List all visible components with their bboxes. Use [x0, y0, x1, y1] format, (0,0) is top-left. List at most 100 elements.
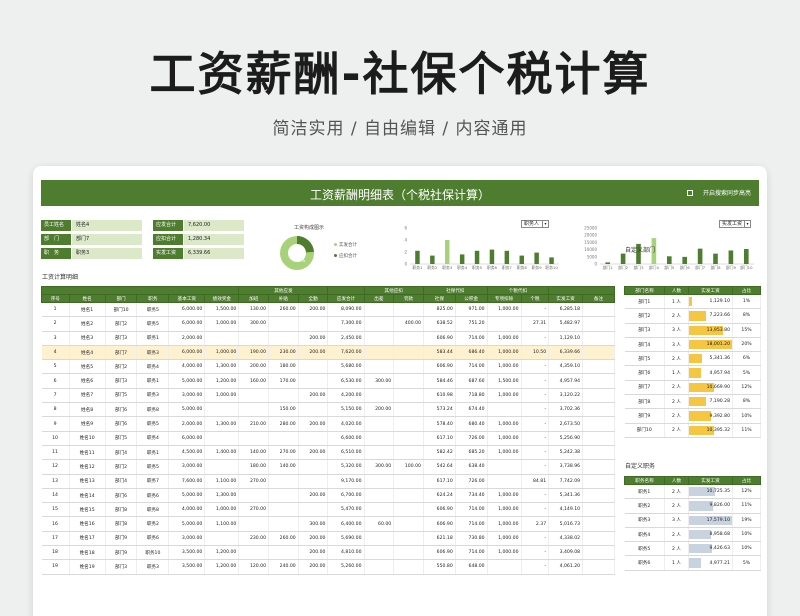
- table-cell[interactable]: 职务7: [136, 474, 170, 489]
- column-header[interactable]: 占比: [732, 286, 761, 295]
- table-cell[interactable]: 5,482.97: [548, 316, 584, 332]
- table-cell[interactable]: 638.40: [455, 459, 488, 475]
- table-cell[interactable]: [393, 445, 424, 461]
- table-cell[interactable]: 1,500.00: [204, 302, 240, 318]
- table-row[interactable]: 2 姓名2 部门2 职务5 6,000.00 1,000.00 300.00 7,300.00…: [41, 316, 615, 332]
- table-row[interactable]: 部门5 2 人 5,341.36 6%: [624, 351, 761, 367]
- table-cell[interactable]: 140.00: [268, 459, 299, 475]
- table-cell[interactable]: 6,600.00: [327, 431, 365, 446]
- table-cell[interactable]: 200.00: [298, 445, 329, 461]
- column-header[interactable]: 序号: [41, 294, 70, 303]
- table-cell[interactable]: [393, 474, 424, 489]
- table-cell[interactable]: [298, 502, 329, 518]
- table-cell[interactable]: [298, 459, 329, 475]
- table-cell[interactable]: 1,000.00: [487, 545, 522, 561]
- table-cell[interactable]: 300.00: [364, 459, 395, 475]
- table-cell[interactable]: [204, 431, 240, 446]
- name-cell[interactable]: 部门7: [624, 380, 665, 396]
- table-cell[interactable]: [298, 373, 329, 389]
- table-cell[interactable]: [204, 531, 240, 547]
- table-cell[interactable]: 160.00: [238, 373, 270, 389]
- table-row[interactable]: 10 姓名10 部门5 职务4 6,000.00 6,600.00 617.10 726.00…: [41, 431, 615, 446]
- table-row[interactable]: 职务2 2 人 9,826.00 11%: [624, 498, 761, 514]
- table-cell[interactable]: -: [521, 459, 550, 475]
- table-cell[interactable]: 部门9: [105, 531, 138, 547]
- table-cell[interactable]: 6,530.00: [327, 373, 365, 389]
- table-cell[interactable]: 606.90: [423, 516, 456, 532]
- table-cell[interactable]: 4,149.10: [548, 502, 584, 518]
- table-cell[interactable]: 584.46: [423, 373, 456, 389]
- table-cell[interactable]: 19: [41, 559, 70, 575]
- table-cell[interactable]: 6: [41, 373, 70, 389]
- share-cell[interactable]: 20%: [732, 337, 761, 353]
- table-cell[interactable]: 200.00: [298, 388, 329, 404]
- table-row[interactable]: 14 姓名14 部门6 职务6 5,000.00 1,300.00 200.00 6,700.…: [41, 488, 615, 504]
- column-header[interactable]: 基本工资: [168, 294, 206, 303]
- table-cell[interactable]: 971.00: [455, 302, 488, 318]
- table-cell[interactable]: 6,400.00: [327, 516, 365, 532]
- table-cell[interactable]: 578.40: [423, 416, 456, 432]
- value-cell[interactable]: 9,392.80: [688, 408, 733, 424]
- chart2-selector[interactable]: 实发工资 ▾: [719, 220, 751, 228]
- table-cell[interactable]: [582, 474, 615, 489]
- table-cell[interactable]: 职务1: [136, 373, 170, 389]
- table-cell[interactable]: 部门6: [105, 402, 138, 418]
- table-cell[interactable]: 6,000.00: [168, 345, 206, 361]
- count-cell[interactable]: 3 人: [664, 337, 689, 353]
- table-cell[interactable]: 230.00: [268, 345, 299, 361]
- table-cell[interactable]: 2.37: [521, 516, 550, 532]
- table-cell[interactable]: 1,000.00: [204, 345, 240, 361]
- table-row[interactable]: 6 姓名6 部门3 职务1 5,000.00 1,200.00 160.00 170.00 6,…: [41, 373, 615, 389]
- table-cell[interactable]: 5,016.73: [548, 516, 584, 532]
- column-header[interactable]: 占比: [732, 476, 761, 485]
- column-header[interactable]: 绩效奖金: [204, 294, 240, 303]
- table-cell[interactable]: [393, 516, 424, 532]
- table-row[interactable]: 1 姓名1 部门10 职务5 6,000.00 1,500.00 130.00 260.00 2…: [41, 302, 615, 318]
- table-cell[interactable]: 4: [41, 345, 70, 361]
- table-cell[interactable]: 4,000.00: [168, 359, 206, 375]
- table-cell[interactable]: 610.98: [423, 388, 456, 404]
- table-cell[interactable]: 4,000.00: [168, 502, 206, 518]
- table-cell[interactable]: 职务5: [136, 459, 170, 475]
- table-cell[interactable]: 3,000.00: [168, 388, 206, 404]
- table-cell[interactable]: [298, 402, 329, 418]
- table-cell[interactable]: 1,000.00: [487, 302, 522, 318]
- table-cell[interactable]: 职务2: [136, 516, 170, 532]
- table-cell[interactable]: 4,359.10: [548, 359, 584, 375]
- table-cell[interactable]: 260.00: [268, 302, 299, 318]
- table-cell[interactable]: 648.00: [455, 559, 488, 575]
- table-row[interactable]: 职务3 3 人 17,579.10 19%: [624, 513, 761, 528]
- table-cell[interactable]: 400.00: [393, 316, 424, 332]
- table-cell[interactable]: 姓名8: [69, 402, 106, 418]
- table-cell[interactable]: 230.00: [238, 531, 270, 547]
- table-cell[interactable]: [582, 388, 615, 404]
- share-cell[interactable]: 10%: [732, 527, 761, 543]
- count-cell[interactable]: 2 人: [664, 484, 689, 500]
- table-cell[interactable]: 部门3: [105, 559, 138, 575]
- column-header[interactable]: 职务名称: [624, 476, 665, 485]
- table-cell[interactable]: 4,200.00: [327, 388, 365, 404]
- table-cell[interactable]: 职务8: [136, 502, 170, 518]
- table-cell[interactable]: -: [521, 559, 550, 575]
- count-cell[interactable]: 2 人: [664, 351, 689, 367]
- table-cell[interactable]: 部门10: [105, 302, 138, 318]
- table-cell[interactable]: 1,300.00: [204, 416, 240, 432]
- table-cell[interactable]: 部门5: [105, 431, 138, 446]
- column-header[interactable]: 个税: [520, 294, 550, 303]
- table-cell[interactable]: 1,000.00: [487, 331, 522, 346]
- share-cell[interactable]: 5%: [732, 365, 761, 381]
- table-cell[interactable]: [204, 402, 240, 418]
- table-row[interactable]: 部门4 3 人 18,001.20 20%: [624, 337, 761, 353]
- table-cell[interactable]: [582, 316, 615, 332]
- table-cell[interactable]: 部门4: [105, 474, 138, 489]
- table-cell[interactable]: [364, 316, 395, 332]
- table-cell[interactable]: 姓名5: [69, 359, 106, 375]
- table-cell[interactable]: -: [521, 402, 550, 418]
- table-cell[interactable]: 15: [41, 502, 70, 518]
- table-cell[interactable]: 姓名10: [69, 431, 106, 446]
- table-cell[interactable]: [238, 488, 270, 504]
- table-cell[interactable]: 部门6: [105, 416, 138, 432]
- table-cell[interactable]: 1,000.00: [204, 316, 240, 332]
- value-cell[interactable]: 9,426.63: [688, 541, 733, 557]
- table-cell[interactable]: 1,000.00: [204, 388, 240, 404]
